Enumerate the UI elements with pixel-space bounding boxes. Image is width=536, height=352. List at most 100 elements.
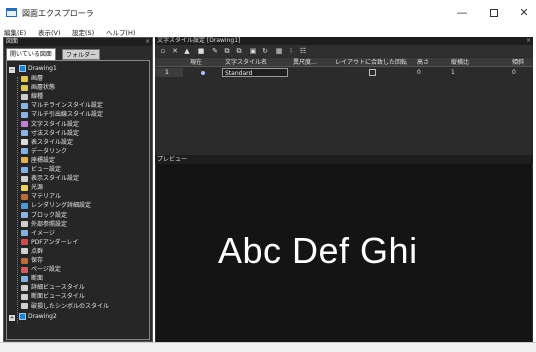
column-annotative[interactable]: 異尺度...: [293, 58, 317, 67]
tree-item[interactable]: 表スタイル設定: [21, 139, 73, 147]
folder-icon[interactable]: ■: [197, 47, 205, 55]
tree-item-label: マルチ引出線スタイル設定: [31, 111, 104, 119]
tree-item[interactable]: マルチラインスタイル設定: [21, 102, 103, 110]
collapse-icon[interactable]: −: [9, 67, 15, 73]
tree-item[interactable]: データリンク: [21, 148, 67, 156]
tree-item[interactable]: 光源: [21, 184, 43, 192]
column-current[interactable]: 現在: [190, 58, 202, 67]
window-title: 図面エクスプローラ: [22, 9, 94, 18]
grid-view-icon[interactable]: ▦: [275, 47, 283, 55]
tree-item[interactable]: 断面ビュースタイル: [21, 293, 85, 301]
xref-icon: [21, 221, 28, 228]
menu-help[interactable]: ヘルプ(H): [106, 27, 135, 37]
tree-item-label: 表示スタイル設定: [31, 175, 80, 183]
tree-item-label: 保存: [31, 257, 44, 264]
panel-close-icon[interactable]: ×: [145, 38, 150, 46]
tree-item[interactable]: ページ設定: [21, 266, 61, 274]
tree-item-label: PDFアンダーレイ: [31, 238, 79, 246]
tree-root-drawing2[interactable]: + Drawing2: [9, 312, 57, 321]
refresh-icon[interactable]: ↻: [261, 47, 269, 55]
paste-icon[interactable]: ⧉: [235, 47, 243, 55]
settings-icon[interactable]: ☷: [299, 47, 307, 55]
document-title: 文字スタイル設定 [Drawing1]: [157, 37, 241, 44]
tree-item-label: レンダリング詳細設定: [31, 202, 92, 210]
new-icon[interactable]: ▫: [159, 47, 167, 55]
tree-item[interactable]: 寸法スタイル設定: [21, 130, 79, 138]
column-height[interactable]: 高さ: [417, 58, 429, 67]
tree-item[interactable]: イメージ: [21, 230, 55, 238]
tree-item-label: ページ設定: [31, 266, 61, 274]
tree-item[interactable]: 表示スタイル設定: [21, 175, 79, 183]
menu-settings[interactable]: 設定(S): [72, 27, 94, 37]
section-view-style-icon: [21, 293, 28, 300]
height-cell[interactable]: 0: [417, 68, 421, 77]
style-name-cell[interactable]: Standard: [222, 68, 288, 77]
delete-icon[interactable]: ✕: [171, 47, 179, 55]
tree-item[interactable]: 断面: [21, 275, 43, 283]
tree-item-label: 画層: [31, 75, 44, 82]
material-icon: [21, 193, 28, 200]
maximize-button[interactable]: [480, 4, 508, 22]
drawings-panel: 図面 × 開いている図面 フォルダー − Drawing1 画層 画層状態 線種 マルチ…: [3, 37, 153, 342]
broken-symbol-style-icon: [21, 303, 28, 309]
section-icon: [21, 275, 28, 282]
tree-item[interactable]: マルチ引出線スタイル設定: [21, 111, 103, 119]
column-style-name[interactable]: 文字スタイル名: [225, 58, 267, 67]
document-close-icon[interactable]: ×: [526, 37, 531, 45]
minimize-button[interactable]: —: [448, 4, 476, 22]
save-icon[interactable]: ▣: [249, 47, 257, 55]
tree-item[interactable]: レンダリング詳細設定: [21, 202, 91, 210]
tree-item-label: 光源: [31, 184, 44, 192]
oblique-cell[interactable]: 0: [512, 68, 516, 77]
tree-item[interactable]: ビュー設定: [21, 166, 61, 174]
table-row[interactable]: 1 Standard 0 1 0: [155, 68, 533, 77]
tree-item[interactable]: PDFアンダーレイ: [21, 239, 78, 247]
width-factor-cell[interactable]: 1: [451, 68, 455, 77]
save-icon: [21, 257, 28, 264]
tree-item[interactable]: 線種: [21, 93, 43, 101]
image-icon: [21, 230, 28, 237]
tree-item[interactable]: 保存: [21, 257, 43, 265]
status-bar: [0, 342, 536, 352]
panel-header: 図面 ×: [4, 38, 152, 46]
tree-root-drawing1[interactable]: − Drawing1: [9, 65, 57, 73]
expand-icon[interactable]: +: [9, 314, 15, 321]
view-icon: [21, 166, 28, 173]
column-oblique[interactable]: 傾斜: [512, 58, 524, 67]
menu-edit[interactable]: 編集(E): [4, 27, 26, 37]
list-view-icon[interactable]: ⁝: [287, 47, 295, 55]
tree-item-label: 座標設定: [31, 156, 56, 164]
tree-item[interactable]: マテリアル: [21, 193, 61, 201]
data-link-icon: [21, 148, 28, 155]
tree-item-label: 外部参照設定: [31, 220, 68, 228]
ucs-icon: [21, 157, 28, 164]
tree-item-label: 線種: [31, 93, 44, 101]
copy-icon[interactable]: ⧉: [223, 47, 231, 55]
tree-item-label: イメージ: [31, 229, 55, 237]
maximize-icon: [490, 9, 498, 17]
column-width-factor[interactable]: 縦横比: [451, 58, 469, 67]
tree-item[interactable]: 画層: [21, 75, 43, 83]
tree-item[interactable]: 文字スタイル設定: [21, 121, 79, 129]
menu-view[interactable]: 表示(V): [38, 27, 61, 37]
tree-item[interactable]: 点群: [21, 248, 43, 256]
tree-item[interactable]: 詳細ビュースタイル: [21, 284, 85, 292]
purge-icon[interactable]: ▲: [183, 47, 191, 55]
close-button[interactable]: ✕: [510, 4, 536, 22]
match-orientation-checkbox[interactable]: [369, 69, 376, 76]
tab-open-drawings[interactable]: 開いている図面: [6, 48, 56, 60]
tree-item[interactable]: 外部参照設定: [21, 221, 67, 229]
preview-sample-text: Abc Def Ghi: [218, 230, 418, 271]
dimension-style-icon: [21, 130, 28, 137]
title-bar: 図面エクスプローラ — ✕: [0, 0, 536, 26]
brush-icon[interactable]: ✎: [211, 47, 219, 55]
column-match-orientation[interactable]: レイアウトに合致した回転: [335, 58, 407, 67]
tab-folders[interactable]: フォルダー: [62, 49, 101, 60]
detail-view-style-icon: [21, 284, 28, 291]
tree-item[interactable]: 破損したシンボルのスタイル: [21, 303, 109, 311]
tree-item-label: 断面: [31, 275, 44, 283]
tree-item[interactable]: 座標設定: [21, 157, 55, 165]
tree-item[interactable]: ブロック設定: [21, 212, 67, 220]
tree-item[interactable]: 画層状態: [21, 84, 55, 92]
multiline-style-icon: [21, 102, 28, 109]
